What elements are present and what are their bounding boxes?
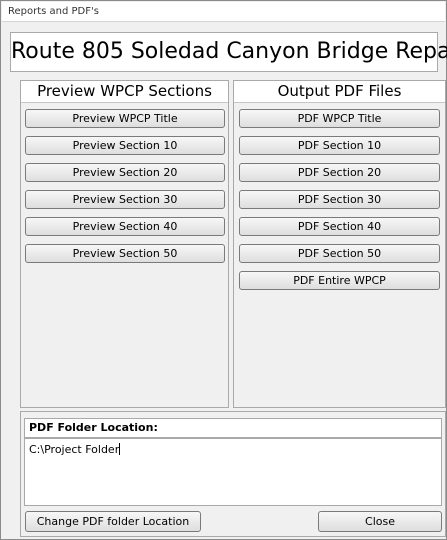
preview-panel-header: Preview WPCP Sections bbox=[21, 81, 228, 103]
output-panel-header: Output PDF Files bbox=[234, 81, 445, 103]
reports-window: Reports and PDF's Route 805 Soledad Cany… bbox=[0, 0, 447, 540]
preview-wpcp-title-button[interactable]: Preview WPCP Title bbox=[25, 109, 225, 128]
text-caret bbox=[119, 443, 121, 455]
preview-panel: Preview WPCP Sections Preview WPCP Title… bbox=[20, 80, 229, 408]
project-title: Route 805 Soledad Canyon Bridge Repair bbox=[10, 32, 447, 72]
window-title: Reports and PDF's bbox=[8, 6, 99, 17]
folder-section: PDF Folder Location: C:\Project Folder C… bbox=[20, 411, 446, 537]
pdf-section-20-button[interactable]: PDF Section 20 bbox=[239, 163, 440, 182]
preview-section-20-button[interactable]: Preview Section 20 bbox=[25, 163, 225, 182]
change-folder-button[interactable]: Change PDF folder Location bbox=[25, 511, 201, 532]
preview-section-30-button[interactable]: Preview Section 30 bbox=[25, 190, 225, 209]
folder-location-value: C:\Project Folder bbox=[29, 443, 120, 456]
preview-section-50-button[interactable]: Preview Section 50 bbox=[25, 244, 225, 263]
preview-section-10-button[interactable]: Preview Section 10 bbox=[25, 136, 225, 155]
pdf-wpcp-title-button[interactable]: PDF WPCP Title bbox=[239, 109, 440, 128]
preview-section-40-button[interactable]: Preview Section 40 bbox=[25, 217, 225, 236]
pdf-section-40-button[interactable]: PDF Section 40 bbox=[239, 217, 440, 236]
pdf-entire-wpcp-button[interactable]: PDF Entire WPCP bbox=[239, 271, 440, 290]
pdf-section-50-button[interactable]: PDF Section 50 bbox=[239, 244, 440, 263]
output-panel: Output PDF Files PDF WPCP Title PDF Sect… bbox=[233, 80, 446, 408]
close-button[interactable]: Close bbox=[318, 511, 442, 532]
folder-location-field[interactable]: C:\Project Folder bbox=[24, 438, 442, 506]
window-titlebar[interactable]: Reports and PDF's bbox=[2, 2, 445, 22]
folder-location-label: PDF Folder Location: bbox=[24, 418, 442, 438]
pdf-section-10-button[interactable]: PDF Section 10 bbox=[239, 136, 440, 155]
pdf-section-30-button[interactable]: PDF Section 30 bbox=[239, 190, 440, 209]
